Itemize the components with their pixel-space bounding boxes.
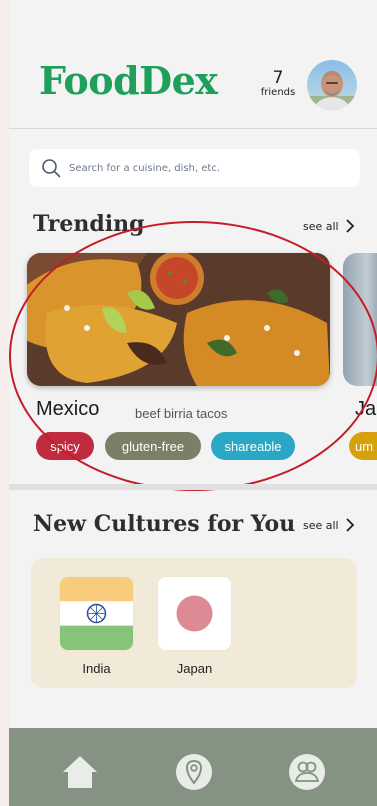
map-pin-icon [176, 754, 212, 790]
next-card-country: Jap [355, 398, 377, 420]
culture-item-japan[interactable] [158, 577, 231, 650]
friends-count: 7 [272, 68, 284, 88]
food-photo-birria-tacos [27, 253, 330, 386]
avatar-photo [307, 71, 357, 110]
india-flag-icon [60, 577, 133, 650]
tag-shareable[interactable]: shareable [211, 432, 295, 460]
section-separator [9, 484, 377, 490]
tag-spicy[interactable]: spicy [36, 432, 94, 460]
search-input[interactable] [69, 162, 329, 174]
next-card-tag[interactable]: um [349, 432, 377, 460]
friends-icon [289, 754, 325, 790]
search-bar[interactable] [29, 149, 360, 187]
friends-label: friends [260, 87, 296, 98]
tag-gluten-free[interactable]: gluten-free [105, 432, 201, 460]
trending-title: Trending [33, 211, 145, 237]
header-divider [9, 128, 377, 129]
nav-home-button[interactable] [60, 752, 100, 792]
see-all-label: see all [303, 219, 339, 233]
app-screen: FoodDex 7 friends Trending see all [9, 0, 377, 806]
chevron-right-icon [345, 219, 354, 233]
trending-see-all-button[interactable]: see all [303, 219, 355, 233]
search-icon [42, 159, 61, 178]
trending-card-japan-partial[interactable] [343, 253, 377, 386]
trending-card-country: Mexico [36, 398, 100, 420]
see-all-label: see all [303, 518, 339, 532]
nav-friends-button[interactable] [287, 752, 327, 792]
japan-flag-icon [158, 577, 231, 650]
new-cultures-title: New Cultures for You [33, 511, 296, 537]
home-icon [63, 756, 97, 788]
trending-card-dish: beef birria tacos [135, 406, 228, 421]
friends-counter[interactable]: 7 friends [255, 70, 301, 99]
nav-map-button[interactable] [174, 752, 214, 792]
left-edge-strip [0, 0, 9, 806]
brand-logo: FoodDex [39, 58, 218, 103]
avatar[interactable] [307, 60, 357, 110]
culture-label-india: India [82, 661, 111, 676]
new-cultures-see-all-button[interactable]: see all [303, 518, 355, 532]
culture-label-japan: Japan [176, 661, 213, 676]
new-cultures-panel: India Japan [31, 558, 357, 688]
chevron-right-icon [345, 518, 354, 532]
culture-item-india[interactable] [60, 577, 133, 650]
trending-card-mexico[interactable] [27, 253, 330, 386]
